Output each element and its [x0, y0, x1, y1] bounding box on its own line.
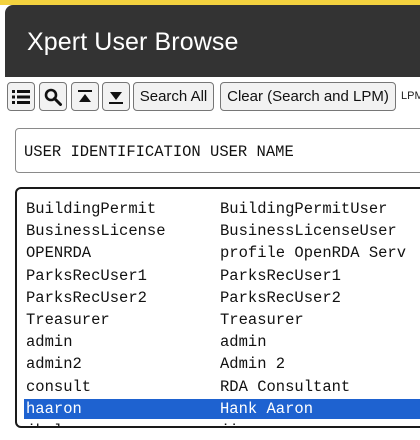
user-id-cell: admin [26, 333, 73, 352]
list-item[interactable]: ParksRecUser2 ParksRecUser2 [24, 288, 420, 308]
user-id-cell: haaron [26, 399, 82, 418]
column-header-text: USER IDENTIFICATION USER NAME [24, 143, 294, 161]
user-id-cell: Treasurer [26, 311, 110, 329]
user-id-cell: ParksRecUser2 [26, 288, 147, 307]
lpm-label: LPM [401, 90, 420, 102]
user-name-cell: admin [220, 333, 267, 352]
user-list[interactable]: BuildingPermit BuildingPermitUser Business… [15, 187, 420, 428]
list-item[interactable]: ParksRecUser1 ParksRecUser1 [24, 266, 420, 286]
column-header: USER IDENTIFICATION USER NAME [15, 128, 420, 173]
search-all-button[interactable]: Search All [133, 82, 214, 111]
list-item[interactable]: haaron Hank Aaron [24, 398, 420, 419]
list-item[interactable]: BusinessLicense BusinessLicenseUser [24, 221, 420, 241]
user-id-cell: jkalcoso [26, 422, 100, 426]
user-name-cell: Treasurer [220, 311, 304, 329]
toolbar: Search All Clear (Search and LPM) LPM [0, 80, 420, 114]
search-button[interactable] [39, 82, 67, 111]
go-top-button[interactable] [71, 82, 99, 111]
list-item[interactable]: consult RDA Consultant [24, 377, 420, 397]
user-name-cell: ParksRecUser1 [220, 266, 341, 285]
user-id-cell: consult [26, 377, 92, 396]
bottom-icon [109, 91, 123, 104]
user-name-cell: BuildingPermitUser [220, 200, 388, 218]
list-button[interactable] [7, 82, 35, 111]
window-title: Xpert User Browse [27, 28, 239, 56]
user-id-cell: BuildingPermit [26, 200, 157, 218]
list-item[interactable]: Treasurer Treasurer [24, 310, 420, 330]
list-item[interactable]: BuildingPermit BuildingPermitUser [24, 199, 420, 219]
user-name-cell: BusinessLicenseUser [220, 222, 397, 241]
user-id-cell: admin2 [26, 355, 82, 374]
user-name-cell: Admin 2 [220, 355, 286, 374]
title-bar: Xpert User Browse [5, 5, 420, 77]
clear-search-lpm-button[interactable]: Clear (Search and LPM) [220, 82, 396, 111]
list-item[interactable]: admin2 Admin 2 [24, 354, 420, 374]
user-id-cell: ParksRecUser1 [26, 266, 147, 285]
list-icon [12, 89, 30, 104]
list-item[interactable]: jkalcoso jim [24, 421, 420, 426]
user-id-cell: OPENRDA [26, 244, 92, 263]
go-bottom-button[interactable] [102, 82, 130, 111]
user-name-cell: profile OpenRDA Serv [220, 244, 407, 263]
user-id-cell: BusinessLicense [26, 222, 166, 241]
list-item[interactable]: admin admin [24, 332, 420, 352]
search-icon [44, 88, 62, 106]
list-item[interactable]: OPENRDA profile OpenRDA Serv [24, 243, 420, 263]
user-name-cell: ParksRecUser2 [220, 288, 341, 307]
user-name-cell: jim [220, 422, 248, 426]
top-icon [78, 89, 92, 102]
user-name-cell: Hank Aaron [220, 399, 314, 418]
user-name-cell: RDA Consultant [220, 377, 351, 396]
